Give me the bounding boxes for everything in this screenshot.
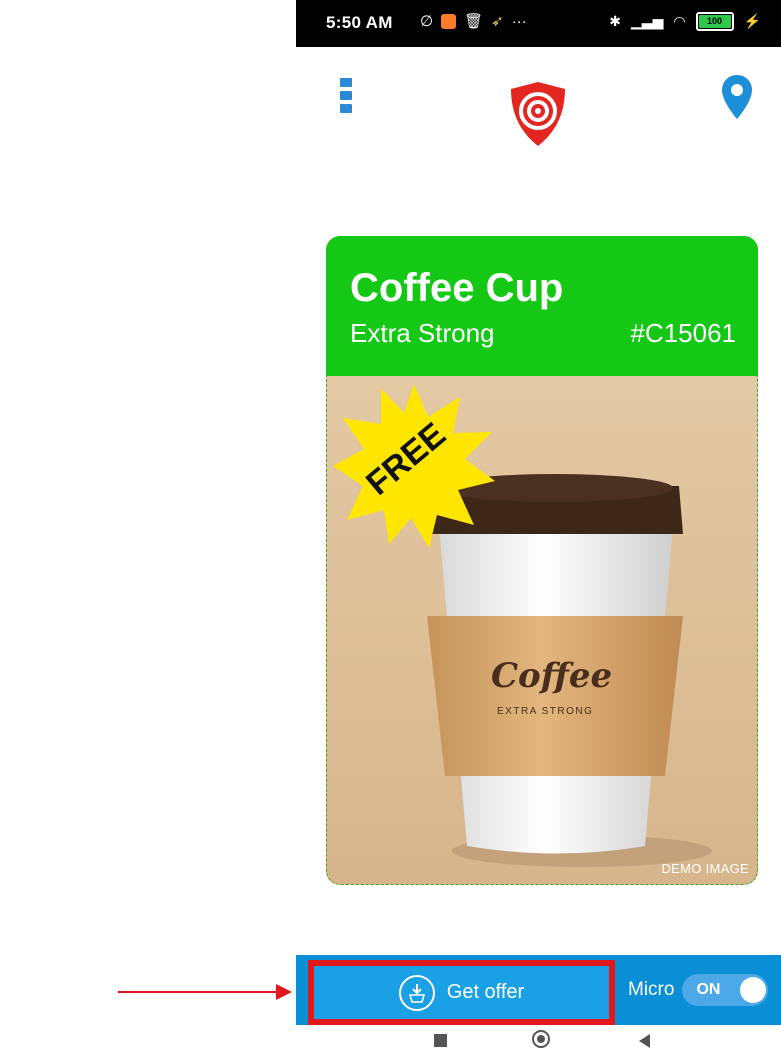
battery-icon: 100 — [695, 12, 734, 31]
status-bar: 5:50 AM ∅ 🗑 ➶ ··· ✱ ▁▃▅ ◠ 100 ⚡ — [296, 0, 781, 47]
bluetooth-icon: ✱ — [609, 13, 622, 29]
bottom-bar: Get offer Micro ON — [296, 955, 781, 1025]
offer-code: #C15061 — [630, 318, 736, 348]
get-offer-label: Get offer — [446, 981, 525, 1003]
offer-image: FREE Coffee EXTRA STRONG DEMO IMAGE — [326, 376, 758, 885]
muted-notification-icon: ∅ — [420, 13, 434, 30]
cup-sublabel: EXTRA STRONG — [497, 706, 594, 717]
basket-download-icon — [398, 974, 435, 1011]
charging-icon: ⚡ — [743, 13, 761, 29]
wifi-icon: ◠ — [673, 13, 686, 29]
micro-label: Micro — [628, 979, 675, 1000]
phone-screen: 5:50 AM ∅ 🗑 ➶ ··· ✱ ▁▃▅ ◠ 100 ⚡ Coffee C… — [296, 0, 781, 1055]
notification-icons: ∅ 🗑 ➶ ··· — [420, 12, 527, 31]
more-notifications-icon: ··· — [511, 12, 527, 30]
menu-icon[interactable] — [340, 78, 352, 118]
app-notification-icon — [441, 13, 457, 29]
trash-icon: 🗑 — [464, 13, 484, 30]
home-circle-icon[interactable] — [532, 1030, 550, 1048]
back-triangle-icon[interactable] — [639, 1034, 650, 1048]
navigation-bar — [296, 1025, 781, 1055]
offer-card[interactable]: Coffee Cup Extra Strong #C15061 FREE Cof… — [326, 236, 758, 885]
status-time: 5:50 AM — [326, 13, 393, 32]
micro-toggle[interactable]: ON — [682, 974, 769, 1006]
offer-subtitle: Extra Strong — [350, 318, 495, 348]
signal-icon: ▁▃▅ — [631, 13, 664, 29]
toggle-on-label: ON — [696, 981, 721, 998]
offer-title: Coffee Cup — [350, 266, 564, 310]
offer-card-header: Coffee Cup Extra Strong #C15061 — [326, 236, 758, 376]
shield-target-logo — [511, 82, 565, 146]
pin-notification-icon: ➶ — [491, 13, 504, 30]
micro-toggle-group: Micro ON — [618, 955, 781, 1025]
demo-image-label: DEMO IMAGE — [661, 861, 749, 876]
status-right: ✱ ▁▃▅ ◠ 100 ⚡ — [609, 12, 761, 31]
recent-apps-square-icon[interactable] — [434, 1034, 447, 1047]
annotation-arrow-head — [276, 984, 292, 1000]
get-offer-button[interactable]: Get offer — [308, 960, 615, 1025]
battery-level: 100 — [698, 15, 731, 28]
toggle-knob — [740, 977, 767, 1003]
annotation-arrow-line — [118, 991, 278, 993]
cup-label: Coffee — [491, 656, 613, 696]
location-pin-icon[interactable] — [721, 74, 753, 120]
